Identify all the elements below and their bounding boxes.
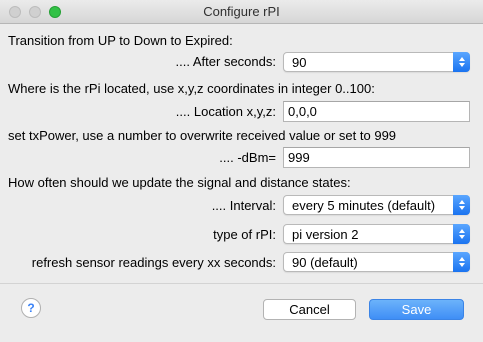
save-button[interactable]: Save: [369, 299, 464, 320]
txpower-header: set txPower, use a number to overwrite r…: [8, 128, 397, 143]
dbm-field[interactable]: [283, 147, 470, 168]
interval-label: .... Interval:: [211, 198, 276, 213]
type-select[interactable]: pi version 2: [283, 224, 470, 244]
chevron-updown-icon: [453, 224, 470, 244]
type-label: type of rPI:: [213, 227, 276, 242]
after-seconds-select[interactable]: 90: [283, 52, 470, 72]
refresh-value: 90 (default): [292, 255, 358, 270]
configure-rpi-window: Configure rPI Transition from UP to Down…: [0, 0, 483, 342]
location-field[interactable]: [283, 101, 470, 122]
refresh-select[interactable]: 90 (default): [283, 252, 470, 272]
window-title: Configure rPI: [203, 4, 280, 19]
footer-divider: [0, 283, 483, 284]
cancel-button[interactable]: Cancel: [263, 299, 356, 320]
interval-value: every 5 minutes (default): [292, 198, 436, 213]
chevron-updown-icon: [453, 195, 470, 215]
dbm-label: .... -dBm=: [219, 150, 276, 165]
chevron-updown-icon: [453, 52, 470, 72]
type-value: pi version 2: [292, 227, 359, 242]
refresh-label: refresh sensor readings every xx seconds…: [31, 255, 276, 270]
update-header: How often should we update the signal an…: [8, 175, 351, 190]
help-icon[interactable]: ?: [21, 298, 41, 318]
chevron-updown-icon: [453, 252, 470, 272]
location-header: Where is the rPi located, use x,y,z coor…: [8, 81, 375, 96]
after-seconds-value: 90: [292, 55, 307, 70]
transition-header: Transition from UP to Down to Expired:: [8, 33, 233, 48]
after-seconds-label: .... After seconds:: [175, 54, 276, 69]
interval-select[interactable]: every 5 minutes (default): [283, 195, 470, 215]
title-bar[interactable]: Configure rPI: [0, 0, 483, 24]
location-label: .... Location x,y,z:: [175, 104, 276, 119]
